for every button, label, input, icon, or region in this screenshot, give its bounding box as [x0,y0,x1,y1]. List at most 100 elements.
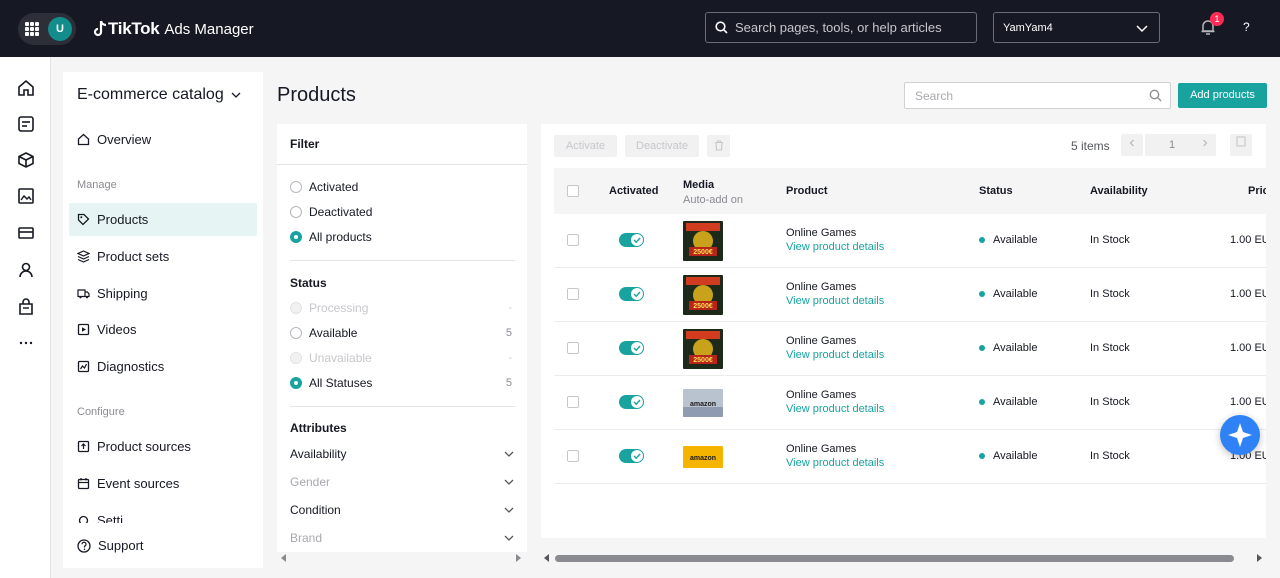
sidebar-item-product-sets[interactable]: Product sets [69,240,257,273]
sidebar-item-overview[interactable]: Overview [69,123,257,156]
column-activated[interactable]: Activated [609,185,659,197]
media-auto-add[interactable]: Auto-add on [683,194,743,206]
radio-all-products[interactable]: All products [290,228,520,246]
row-checkbox[interactable] [567,288,579,300]
scroll-right-arrow-icon[interactable] [516,554,521,562]
sidebar-item-diagnostics[interactable]: Diagnostics [69,350,257,383]
attribute-availability[interactable]: Availability [290,445,515,463]
radio-button[interactable] [290,327,302,339]
billing-icon[interactable] [17,224,35,242]
more-icon[interactable] [17,334,35,352]
radio-button-disabled [290,302,302,314]
radio-button-selected[interactable] [290,231,302,243]
attribute-label: Gender [290,475,331,489]
home-icon[interactable] [17,79,35,97]
table-row[interactable]: amazon Online Games View product details… [554,376,1266,430]
deactivate-button[interactable]: Deactivate [625,135,699,157]
sidebar-item-label: Diagnostics [97,359,165,374]
row-checkbox[interactable] [567,450,579,462]
radio-button[interactable] [290,206,302,218]
radio-button[interactable] [290,181,302,193]
activation-toggle[interactable] [619,287,644,301]
column-media[interactable]: Media [683,179,714,191]
sidebar-item-products[interactable]: Products [69,203,257,236]
table-row[interactable]: 2500€ Online Games View product details … [554,322,1266,376]
product-thumbnail[interactable]: amazon [683,446,723,468]
catalog-icon[interactable] [17,187,35,205]
product-thumbnail[interactable]: 2500€ [683,221,723,261]
global-search-input[interactable]: Search pages, tools, or help articles [705,12,977,43]
radio-deactivated[interactable]: Deactivated [290,203,520,221]
view-product-details-link[interactable]: View product details [786,403,884,415]
chevron-down-icon [504,479,514,485]
add-products-button[interactable]: Add products [1178,83,1267,108]
table-row[interactable]: amazon Online Games View product details… [554,430,1266,484]
help-icon[interactable]: ? [1243,20,1250,34]
radio-available[interactable]: Available 5 [290,324,520,342]
row-checkbox[interactable] [567,342,579,354]
table-row[interactable]: 2500€ Online Games View product details … [554,268,1266,322]
row-checkbox[interactable] [567,234,579,246]
row-checkbox[interactable] [567,396,579,408]
view-product-details-link[interactable]: View product details [786,241,884,253]
column-product[interactable]: Product [786,185,828,197]
assistant-button[interactable] [1220,415,1260,455]
table-scroll-right-icon[interactable] [1257,554,1262,562]
activate-button[interactable]: Activate [554,135,617,157]
radio-all-statuses[interactable]: All Statuses 5 [290,374,520,392]
assets-icon[interactable] [17,151,35,169]
attribute-brand[interactable]: Brand [290,529,515,547]
horizontal-scrollbar[interactable] [555,555,1234,562]
campaign-icon[interactable] [17,115,35,133]
radio-unavailable: Unavailable - [290,349,520,367]
attribute-gender[interactable]: Gender [290,473,515,491]
filter-heading: Filter [290,137,320,151]
support-link[interactable]: Support [63,523,263,568]
chevron-down-icon [504,507,514,513]
sidebar-item-product-sources[interactable]: Product sources [69,430,257,463]
next-page-button[interactable] [1194,134,1216,156]
sidebar-item-label: Videos [97,322,137,337]
radio-activated[interactable]: Activated [290,178,520,196]
check-icon [633,237,641,244]
tiktok-ads-logo[interactable]: TikTok Ads Manager [92,17,254,41]
view-product-details-link[interactable]: View product details [786,349,884,361]
delete-button[interactable] [707,135,730,157]
product-thumbnail[interactable]: amazon [683,389,723,417]
view-product-details-link[interactable]: View product details [786,457,884,469]
attribute-condition[interactable]: Condition [290,501,515,519]
scroll-left-arrow-icon[interactable] [281,554,286,562]
prev-page-button[interactable] [1121,134,1143,156]
user-icon[interactable] [17,261,35,279]
sidebar-item-event-sources[interactable]: Event sources [69,467,257,500]
account-selector[interactable]: YamYam4 [993,12,1160,43]
radio-button-selected[interactable] [290,377,302,389]
activation-toggle[interactable] [619,449,644,463]
column-availability[interactable]: Availability [1090,185,1148,197]
page-number[interactable]: 1 [1145,134,1199,156]
column-price[interactable]: Pric [1248,185,1266,197]
product-thumbnail[interactable]: 2500€ [683,329,723,369]
truck-icon [77,289,90,299]
sidebar-item-videos[interactable]: Videos [69,313,257,346]
product-name: Online Games [786,443,857,455]
table-row[interactable]: 2500€ Online Games View product details … [554,214,1266,268]
activation-toggle[interactable] [619,395,644,409]
select-all-checkbox[interactable] [567,185,579,197]
view-product-details-link[interactable]: View product details [786,295,884,307]
table-scroll-left-icon[interactable] [544,554,549,562]
catalog-selector[interactable]: E-commerce catalog [77,86,242,104]
activation-toggle[interactable] [619,341,644,355]
app-switcher[interactable]: U [18,13,76,45]
activation-toggle[interactable] [619,233,644,247]
product-thumbnail[interactable]: 2500€ [683,275,723,315]
avatar[interactable]: U [48,17,72,41]
apps-grid-icon[interactable] [25,22,39,36]
sidebar-item-shipping[interactable]: Shipping [69,277,257,310]
product-search-input[interactable]: Search [904,82,1171,109]
column-status[interactable]: Status [979,185,1013,197]
products-table-card: Activate Deactivate 5 items 1 Activated … [541,124,1266,538]
shop-icon[interactable] [17,298,35,316]
status-count: 5 [505,377,512,389]
export-button[interactable] [1230,134,1252,156]
